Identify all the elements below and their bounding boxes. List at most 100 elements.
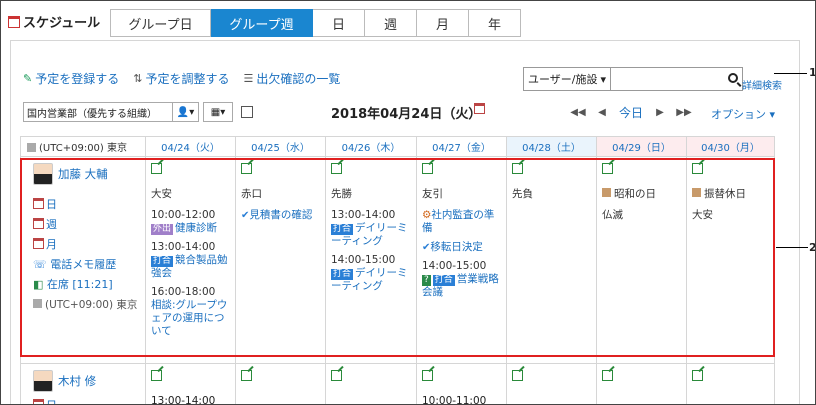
- attendance-link[interactable]: ☰ 出欠確認の一覧: [243, 70, 340, 87]
- user-week-label: 週: [46, 218, 57, 231]
- add-schedule-icon[interactable]: [602, 163, 613, 174]
- day-cell[interactable]: [686, 363, 775, 404]
- add-schedule-icon[interactable]: [692, 163, 703, 174]
- group-week-grid: (UTC+09:00) 東京 04/24（火） 04/25（水） 04/26（木…: [20, 136, 775, 405]
- next-day-button[interactable]: ▶: [648, 107, 672, 118]
- day-cell[interactable]: 大安 10:00-12:00 外出 健康診断 13:00-14:00 打合 競合製品勉強…: [145, 156, 236, 364]
- event[interactable]: 13:00-14:00 打合 競合製品勉強会: [151, 241, 230, 280]
- action-links: ✎ 予定を登録する ⇅ 予定を調整する ☰ 出欠確認の一覧: [23, 70, 340, 87]
- prev-week-button[interactable]: ◀◀: [566, 107, 590, 118]
- user-select-button[interactable]: 👤▾: [173, 102, 199, 122]
- user-day-link[interactable]: 日: [33, 195, 140, 215]
- facility-select-button[interactable]: ▦▾: [203, 102, 233, 122]
- day-cell[interactable]: 先勝 13:00-14:00 打合 デイリーミーティング 14:00-15:00 打合…: [325, 156, 417, 364]
- options-menu[interactable]: オプション ▾: [711, 106, 775, 122]
- event-time: 10:00-12:00: [151, 209, 216, 221]
- tab-month[interactable]: 月: [417, 9, 469, 37]
- tab-week[interactable]: 週: [365, 9, 417, 37]
- new-window-icon[interactable]: [241, 106, 253, 118]
- tab-day[interactable]: 日: [313, 9, 365, 37]
- add-schedule-icon[interactable]: [422, 163, 433, 174]
- day-cell[interactable]: 10:00-11:00: [416, 363, 507, 404]
- next-week-button[interactable]: ▶▶: [672, 107, 696, 118]
- add-schedule-icon[interactable]: [151, 163, 162, 174]
- date-nav: ◀◀ ◀ 今日 ▶ ▶▶: [566, 104, 696, 121]
- calendar-week-icon: [33, 218, 44, 229]
- timezone-label: (UTC+09:00) 東京: [39, 143, 128, 154]
- event[interactable]: 14:00-15:00 打合 デイリーミーティング: [331, 254, 411, 293]
- register-label: 予定を登録する: [35, 72, 120, 86]
- event-time: 13:00-14:00: [151, 395, 216, 405]
- add-schedule-icon[interactable]: [331, 370, 342, 381]
- search-type-label: ユーザー/施設: [528, 73, 598, 86]
- holiday-label: 昭和の日: [602, 188, 681, 201]
- avatar: [33, 370, 53, 392]
- event[interactable]: 16:00-18:00 相談:グループウェアの運用について: [151, 286, 230, 338]
- adjust-link[interactable]: ⇅ 予定を調整する: [133, 70, 229, 87]
- day-header[interactable]: 04/26（木）: [325, 136, 417, 157]
- adjust-label: 予定を調整する: [145, 72, 230, 86]
- add-schedule-icon[interactable]: [602, 370, 613, 381]
- workflow-item[interactable]: ⚙社内監査の準備: [422, 209, 501, 235]
- day-cell[interactable]: [506, 363, 597, 404]
- day-cell[interactable]: 昭和の日 仏滅: [596, 156, 687, 364]
- date-picker-icon[interactable]: [474, 103, 485, 117]
- event[interactable]: 13:00-14:00 打合 デイリーミーティング: [331, 209, 411, 248]
- user-name[interactable]: 木村 修: [58, 374, 96, 388]
- day-cell[interactable]: 13:00-14:00: [145, 363, 236, 405]
- add-schedule-icon[interactable]: [331, 163, 342, 174]
- day-header[interactable]: 04/24（火）: [145, 136, 236, 157]
- day-cell[interactable]: [235, 363, 326, 404]
- flag-icon: [602, 188, 611, 197]
- search-type-select[interactable]: ユーザー/施設 ▾: [523, 67, 611, 91]
- rokuyo-label: 友引: [422, 188, 443, 200]
- day-header[interactable]: 04/25（水）: [235, 136, 326, 157]
- day-cell[interactable]: 友引 ⚙社内監査の準備 ✔移転日決定 14:00-15:00? 打合 営業戦略会議: [416, 156, 507, 364]
- todo-item[interactable]: ✔見積書の確認: [241, 209, 320, 222]
- search-input[interactable]: [611, 67, 743, 91]
- event[interactable]: 10:00-12:00 外出 健康診断: [151, 209, 230, 235]
- add-schedule-icon[interactable]: [512, 370, 523, 381]
- callout-line: [774, 73, 807, 74]
- day-header[interactable]: 04/27（金）: [416, 136, 507, 157]
- day-cell[interactable]: [325, 363, 417, 404]
- user-name[interactable]: 加藤 大輔: [58, 167, 108, 181]
- event[interactable]: 14:00-15:00? 打合 営業戦略会議: [422, 260, 501, 299]
- day-cell[interactable]: 先負: [506, 156, 597, 364]
- day-cell[interactable]: [596, 363, 687, 404]
- event-tag: 打合: [331, 224, 354, 235]
- phone-memo-link[interactable]: ☏ 電話メモ履歴: [33, 255, 140, 275]
- register-link[interactable]: ✎ 予定を登録する: [23, 70, 119, 87]
- add-schedule-icon[interactable]: [241, 370, 252, 381]
- presence-status[interactable]: ◧ 在席 [11:21]: [33, 275, 140, 295]
- user-cell: 加藤 大輔 日 週 月 ☏ 電話メモ履歴 ◧ 在席 [11:21] (UTC+0…: [20, 156, 146, 364]
- tab-group-week[interactable]: グループ週: [211, 9, 313, 37]
- user-links: 日 週 月 ☏ 電話メモ履歴 ◧ 在席 [11:21] (UTC+09:00) …: [33, 195, 140, 315]
- add-schedule-icon[interactable]: [151, 370, 162, 381]
- event-tag: 打合: [151, 256, 174, 267]
- add-schedule-icon[interactable]: [422, 370, 433, 381]
- rokuyo-label: 仏滅: [602, 209, 623, 221]
- add-schedule-icon[interactable]: [241, 163, 252, 174]
- user-week-link[interactable]: 週: [33, 215, 140, 235]
- user-month-link[interactable]: 月: [33, 235, 140, 255]
- day-cell[interactable]: 赤口 ✔見積書の確認: [235, 156, 326, 364]
- user-day-link[interactable]: 日: [33, 396, 140, 404]
- day-header[interactable]: 04/30（月）: [686, 136, 775, 157]
- event-title: 健康診断: [175, 222, 218, 234]
- today-button[interactable]: 今日: [614, 104, 648, 121]
- todo-item[interactable]: ✔移転日決定: [422, 241, 501, 254]
- search-icon[interactable]: [728, 73, 738, 83]
- tab-group-day[interactable]: グループ日: [110, 9, 211, 37]
- day-header[interactable]: 04/29（日）: [596, 136, 687, 157]
- day-cell[interactable]: 振替休日 大安: [686, 156, 775, 364]
- add-schedule-icon[interactable]: [512, 163, 523, 174]
- org-select[interactable]: 国内営業部（優先する組織）: [23, 102, 173, 122]
- day-header[interactable]: 04/28（土）: [506, 136, 597, 157]
- tab-year[interactable]: 年: [469, 9, 521, 37]
- rokuyo-label: 先勝: [331, 188, 352, 200]
- person-icon: 👤▾: [176, 106, 195, 118]
- detail-search-link[interactable]: 詳細検索: [742, 77, 782, 92]
- prev-day-button[interactable]: ◀: [590, 107, 614, 118]
- add-schedule-icon[interactable]: [692, 370, 703, 381]
